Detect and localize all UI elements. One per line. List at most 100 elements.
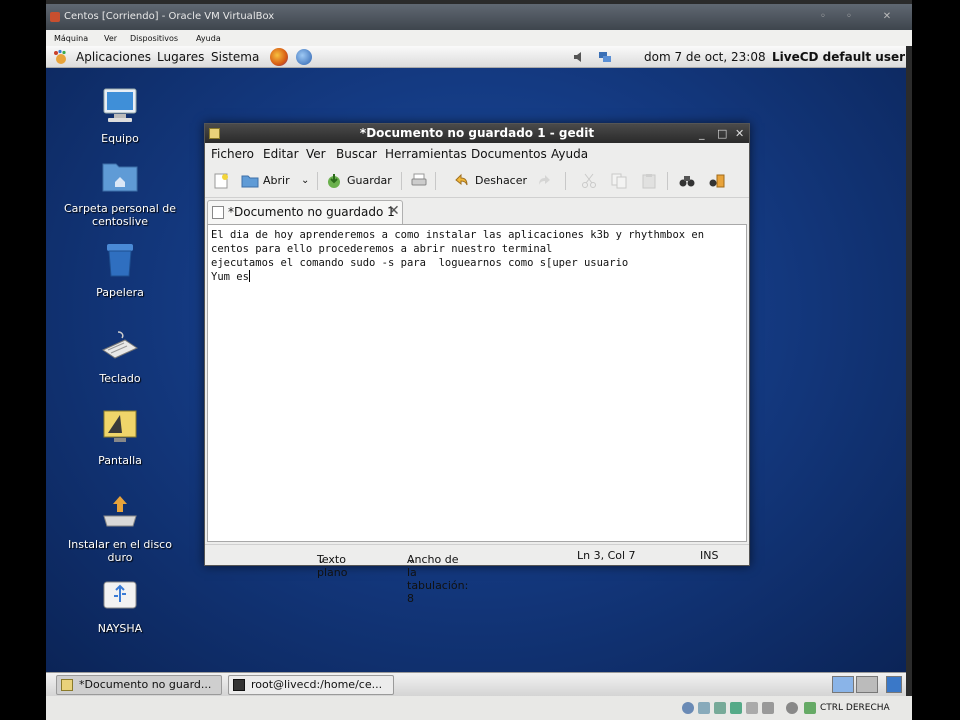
text-document-icon bbox=[212, 206, 224, 219]
window-minimize-icon[interactable]: _ bbox=[699, 124, 705, 143]
gedit-menubar: Fichero Editar Ver Buscar Herramientas D… bbox=[205, 143, 749, 164]
gedit-toolbar: Abrir ⌄ Guardar Deshacer bbox=[205, 164, 749, 198]
chevron-down-icon: ⌄ bbox=[317, 553, 327, 566]
insert-mode: INS bbox=[700, 549, 719, 562]
undo-icon bbox=[455, 173, 468, 186]
computer-icon bbox=[103, 88, 137, 122]
menu-fichero[interactable]: Fichero bbox=[211, 147, 254, 161]
menu-ver[interactable]: Ver bbox=[306, 147, 326, 161]
desktop-icon-label: Carpeta personal de centoslive bbox=[64, 202, 176, 228]
text-editor[interactable]: El dia de hoy aprenderemos a como instal… bbox=[207, 224, 747, 542]
cut-icon[interactable] bbox=[581, 173, 597, 189]
network-icon[interactable] bbox=[598, 50, 612, 64]
menu-buscar[interactable]: Buscar bbox=[336, 147, 377, 161]
editor-line-current: Yum es bbox=[211, 270, 743, 284]
taskbar-label: root@livecd:/home/ce... bbox=[251, 678, 383, 691]
install-icon bbox=[103, 496, 137, 527]
gedit-titlebar[interactable]: *Documento no guardado 1 - gedit _ □ ✕ bbox=[205, 124, 749, 143]
shared-folders-icon[interactable] bbox=[746, 702, 758, 714]
virtualbox-statusbar: CTRL DERECHA bbox=[46, 696, 912, 720]
taskbar-label: *Documento no guard... bbox=[79, 678, 212, 691]
firefox-icon[interactable] bbox=[270, 48, 288, 66]
gedit-statusbar: Texto plano ⌄ Ancho de la tabulación: 8 … bbox=[205, 544, 749, 605]
redo-icon[interactable] bbox=[537, 173, 553, 189]
editor-line: Yum es bbox=[211, 271, 249, 283]
usb-icon[interactable] bbox=[714, 702, 726, 714]
maximize-icon[interactable]: ◦ bbox=[842, 10, 856, 24]
gedit-tabbar: *Documento no guardado 1 ✕ bbox=[205, 198, 749, 224]
network-adapter-icon[interactable] bbox=[730, 702, 742, 714]
cursor-position: Ln 3, Col 7 bbox=[577, 549, 636, 562]
tab-label: *Documento no guardado 1 bbox=[228, 205, 395, 219]
display-capture-icon[interactable] bbox=[762, 702, 774, 714]
print-icon[interactable] bbox=[411, 173, 427, 189]
menu-aplicaciones[interactable]: Aplicaciones bbox=[76, 50, 151, 64]
copy-icon[interactable] bbox=[611, 173, 627, 189]
find-icon[interactable] bbox=[679, 173, 695, 189]
document-tab[interactable]: *Documento no guardado 1 ✕ bbox=[207, 200, 403, 224]
desktop-icon-label: Teclado bbox=[99, 372, 141, 385]
virtualbox-menubar: Máquina Ver Dispositivos Ayuda bbox=[46, 30, 912, 46]
volume-icon[interactable] bbox=[572, 50, 586, 64]
desktop-icon-equipo[interactable]: Equipo bbox=[60, 86, 180, 145]
keyboard-icon bbox=[101, 331, 139, 359]
undo-label: Deshacer bbox=[475, 174, 528, 187]
terminal-icon bbox=[233, 679, 245, 691]
folder-open-icon bbox=[241, 175, 259, 188]
gedit-app-icon bbox=[209, 128, 220, 139]
user-menu[interactable]: LiveCD default user bbox=[772, 50, 905, 64]
vbox-menu-ayuda[interactable]: Ayuda bbox=[196, 34, 221, 43]
usb-drive-icon bbox=[103, 581, 137, 609]
trash-icon bbox=[107, 244, 133, 277]
menu-documentos[interactable]: Documentos bbox=[471, 147, 547, 161]
desktop-icon-home[interactable]: Carpeta personal de centoslive bbox=[60, 156, 180, 228]
gedit-window: *Documento no guardado 1 - gedit _ □ ✕ F… bbox=[204, 123, 750, 605]
menu-sistema[interactable]: Sistema bbox=[211, 50, 259, 64]
taskbar-item-gedit[interactable]: *Documento no guard... bbox=[56, 675, 222, 695]
desktop: Equipo Carpeta personal de centoslive Pa… bbox=[46, 68, 906, 672]
desktop-icon-pantalla[interactable]: Pantalla bbox=[60, 408, 180, 467]
desktop-icon-instalar[interactable]: Instalar en el disco duro bbox=[60, 492, 180, 564]
minimize-icon[interactable]: ◦ bbox=[816, 10, 830, 24]
menu-editar[interactable]: Editar bbox=[263, 147, 299, 161]
new-document-icon[interactable] bbox=[213, 173, 229, 189]
text-cursor bbox=[248, 270, 250, 282]
gedit-title: *Documento no guardado 1 - gedit bbox=[359, 126, 595, 140]
home-folder-icon bbox=[102, 163, 138, 192]
tab-close-icon[interactable]: ✕ bbox=[388, 203, 400, 219]
window-close-icon[interactable]: ✕ bbox=[735, 124, 744, 143]
menu-ayuda[interactable]: Ayuda bbox=[551, 147, 588, 161]
menu-herramientas[interactable]: Herramientas bbox=[385, 147, 467, 161]
desktop-icon-label: Instalar en el disco duro bbox=[68, 538, 172, 564]
workspace-1[interactable] bbox=[832, 676, 854, 693]
find-replace-icon[interactable] bbox=[709, 173, 725, 189]
recent-files-chevron-icon[interactable]: ⌄ bbox=[301, 171, 309, 191]
menu-lugares[interactable]: Lugares bbox=[157, 50, 204, 64]
close-icon[interactable]: ✕ bbox=[880, 10, 894, 24]
window-maximize-icon[interactable]: □ bbox=[717, 124, 727, 143]
virtualbox-window: Centos [Corriendo] - Oracle VM VirtualBo… bbox=[46, 0, 912, 720]
thunderbird-icon[interactable] bbox=[296, 49, 312, 65]
desktop-icon-naysha[interactable]: NAYSHA bbox=[60, 576, 180, 635]
desktop-icon-teclado[interactable]: Teclado bbox=[60, 326, 180, 385]
taskbar-item-terminal[interactable]: root@livecd:/home/ce... bbox=[228, 675, 394, 695]
open-label: Abrir bbox=[263, 174, 290, 187]
display-icon bbox=[103, 410, 137, 442]
editor-line: ejecutamos el comando sudo -s para logue… bbox=[211, 257, 629, 269]
workspace-2[interactable] bbox=[856, 676, 878, 693]
toolbar-separator bbox=[401, 172, 402, 190]
top-panel: Aplicaciones Lugares Sistema dom 7 de oc… bbox=[46, 46, 906, 68]
gnome-foot-icon[interactable] bbox=[52, 49, 68, 65]
optical-drive-icon[interactable] bbox=[698, 702, 710, 714]
paste-icon[interactable] bbox=[641, 173, 657, 189]
mouse-integration-icon[interactable] bbox=[786, 702, 798, 714]
vbox-menu-maquina[interactable]: Máquina bbox=[54, 34, 88, 43]
vbox-menu-dispositivos[interactable]: Dispositivos bbox=[130, 34, 178, 43]
trash-applet-icon[interactable] bbox=[886, 676, 902, 693]
save-label: Guardar bbox=[347, 174, 392, 187]
clock[interactable]: dom 7 de oct, 23:08 bbox=[644, 50, 766, 64]
hard-disk-icon[interactable] bbox=[682, 702, 694, 714]
desktop-icon-papelera[interactable]: Papelera bbox=[60, 240, 180, 299]
vbox-menu-ver[interactable]: Ver bbox=[104, 34, 117, 43]
toolbar-separator bbox=[317, 172, 318, 190]
